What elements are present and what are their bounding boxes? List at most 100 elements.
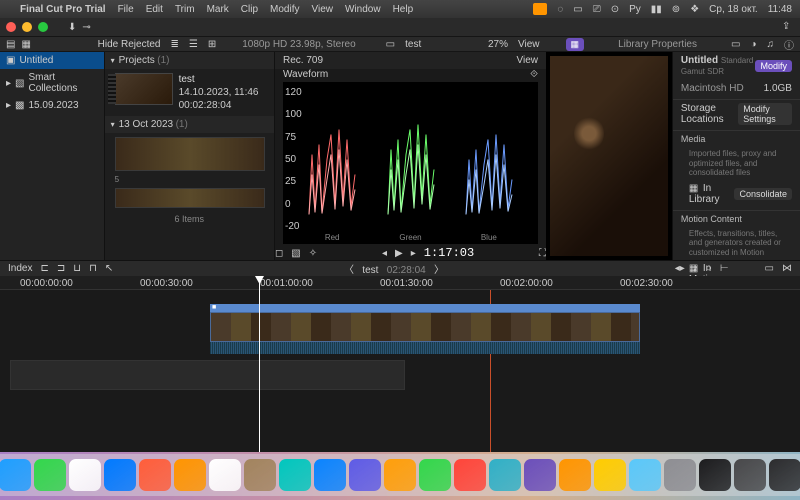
filmstrip-view-icon[interactable]: ⊞ xyxy=(208,39,216,50)
dock-app-23[interactable] xyxy=(769,459,800,491)
dock-app-15[interactable] xyxy=(489,459,521,491)
project-name[interactable]: test xyxy=(405,39,421,50)
dock-app-8[interactable] xyxy=(244,459,276,491)
video-clip[interactable] xyxy=(210,312,640,342)
sidebar-item-smart-collections[interactable]: ▸ ▧ Smart Collections xyxy=(0,69,104,97)
status-camera-icon[interactable]: ⊙ xyxy=(611,4,619,15)
app-name[interactable]: Final Cut Pro Trial xyxy=(20,4,106,15)
next-frame-button[interactable]: ▸ xyxy=(411,248,416,259)
clip-filter-icon[interactable]: ≣ xyxy=(170,39,178,50)
share-icon[interactable]: ⇪ xyxy=(782,21,794,33)
index-button[interactable]: Index xyxy=(8,263,32,274)
view-dropdown[interactable]: View xyxy=(518,39,540,50)
clip-title-bar[interactable]: ■ xyxy=(210,304,640,312)
dock-app-13[interactable] xyxy=(419,459,451,491)
menu-modify[interactable]: Modify xyxy=(270,4,299,15)
inspector-tab-library[interactable]: ▦ xyxy=(566,38,585,51)
scope-settings-icon[interactable]: ⟐ xyxy=(530,69,538,80)
menu-mark[interactable]: Mark xyxy=(207,4,229,15)
import-icon[interactable]: ⬇ xyxy=(68,22,76,33)
transitions-browser-icon[interactable]: ⋈ xyxy=(782,263,792,274)
menu-file[interactable]: File xyxy=(118,4,134,15)
status-date[interactable]: Ср, 18 окт. xyxy=(709,4,758,15)
status-orange-icon[interactable] xyxy=(533,3,547,15)
dock-app-18[interactable] xyxy=(594,459,626,491)
dock-app-20[interactable] xyxy=(664,459,696,491)
event-header[interactable]: ▾ 13 Oct 2023 (1) xyxy=(105,116,274,133)
status-cloud-icon[interactable]: ◌ xyxy=(557,4,563,15)
dock-app-19[interactable] xyxy=(629,459,661,491)
timeline[interactable]: 00:00:00:00 00:00:30:00 00:01:00:00 00:0… xyxy=(0,276,800,452)
overwrite-clip-icon[interactable]: ⊓ xyxy=(89,263,97,274)
dock-app-12[interactable] xyxy=(384,459,416,491)
dock-app-14[interactable] xyxy=(454,459,486,491)
status-display-icon[interactable]: ⎚ xyxy=(593,4,601,15)
dock-app-16[interactable] xyxy=(524,459,556,491)
fullscreen-icon[interactable]: ⛶ xyxy=(539,248,546,259)
projects-header[interactable]: ▾ Projects (1) xyxy=(105,52,274,69)
modify-settings-button[interactable]: Modify Settings xyxy=(738,103,792,125)
photos-sidebar-icon[interactable]: ▦ xyxy=(21,39,30,50)
dock-app-3[interactable] xyxy=(69,459,101,491)
zoom-window-button[interactable] xyxy=(38,22,48,32)
timeline-ruler[interactable]: 00:00:00:00 00:00:30:00 00:01:00:00 00:0… xyxy=(0,276,800,290)
inspector-audio-icon[interactable]: ♫ xyxy=(767,39,775,50)
dock-app-11[interactable] xyxy=(349,459,381,491)
status-battery-icon[interactable]: ▮▮ xyxy=(651,4,662,15)
status-python-icon[interactable]: Py xyxy=(629,4,641,15)
clip-item[interactable] xyxy=(105,133,274,175)
append-clip-icon[interactable]: ⊔ xyxy=(73,263,81,274)
dock-app-5[interactable] xyxy=(139,459,171,491)
dock-app-9[interactable] xyxy=(279,459,311,491)
menu-view[interactable]: View xyxy=(311,4,333,15)
close-window-button[interactable] xyxy=(6,22,16,32)
status-screen-icon[interactable]: ▭ xyxy=(573,4,582,15)
menu-window[interactable]: Window xyxy=(345,4,381,15)
dock-app-1[interactable] xyxy=(0,459,31,491)
insert-clip-icon[interactable]: ⊐ xyxy=(57,263,65,274)
modify-button[interactable]: Modify xyxy=(755,60,792,72)
snap-icon[interactable]: ⊢ xyxy=(720,263,729,274)
play-button[interactable]: ▶ xyxy=(395,248,403,259)
inspector-color-icon[interactable]: ◑ xyxy=(750,39,756,50)
transform-tool-icon[interactable]: ◻ xyxy=(275,248,283,259)
gap-clip[interactable] xyxy=(10,360,405,390)
library-sidebar-icon[interactable]: ▤ xyxy=(6,39,15,50)
timeline-next-icon[interactable]: 〉 xyxy=(434,265,444,276)
menu-help[interactable]: Help xyxy=(393,4,414,15)
enhance-tool-icon[interactable]: ✧ xyxy=(309,248,317,259)
audio-clip[interactable] xyxy=(210,342,640,354)
project-item[interactable]: test 14.10.2023, 11:46 00:02:28:04 xyxy=(105,69,274,116)
sidebar-item-event[interactable]: ▸ ▩ 15.09.2023 xyxy=(0,97,104,114)
dock-app-10[interactable] xyxy=(314,459,346,491)
status-time[interactable]: 11:48 xyxy=(768,4,792,15)
inspector-info-icon[interactable]: ⓘ xyxy=(784,37,794,52)
dock-app-7[interactable] xyxy=(209,459,241,491)
sidebar-item-untitled[interactable]: ▣ Untitled xyxy=(0,52,104,69)
consolidate-button[interactable]: Consolidate xyxy=(734,188,792,200)
dock-app-2[interactable] xyxy=(34,459,66,491)
tools-dropdown[interactable]: ↖ xyxy=(105,263,113,274)
connect-clip-icon[interactable]: ⊏ xyxy=(40,263,48,274)
dock-app-4[interactable] xyxy=(104,459,136,491)
dock-app-17[interactable] xyxy=(559,459,591,491)
menu-edit[interactable]: Edit xyxy=(146,4,163,15)
minimize-window-button[interactable] xyxy=(22,22,32,32)
clip-item[interactable] xyxy=(105,184,274,212)
skimming-icon[interactable]: ◂▸ xyxy=(675,263,685,274)
scope-view-dropdown[interactable]: View xyxy=(517,55,539,66)
audio-skim-icon[interactable]: ♪ xyxy=(693,263,698,274)
status-wifi-icon[interactable]: ⊚ xyxy=(672,4,680,15)
timeline-name[interactable]: test xyxy=(362,265,378,276)
effects-browser-icon[interactable]: ▭ xyxy=(765,263,774,274)
crop-tool-icon[interactable]: ▧ xyxy=(291,248,300,259)
hide-rejected-dropdown[interactable]: Hide Rejected xyxy=(98,39,161,50)
dock-app-6[interactable] xyxy=(174,459,206,491)
menu-trim[interactable]: Trim xyxy=(175,4,195,15)
inspector-video-icon[interactable]: ▭ xyxy=(731,39,740,50)
playhead[interactable] xyxy=(259,276,260,452)
dock-app-21[interactable] xyxy=(699,459,731,491)
dock-app-22[interactable] xyxy=(734,459,766,491)
solo-icon[interactable]: ○ xyxy=(706,263,712,274)
zoom-dropdown[interactable]: 27% xyxy=(488,39,508,50)
